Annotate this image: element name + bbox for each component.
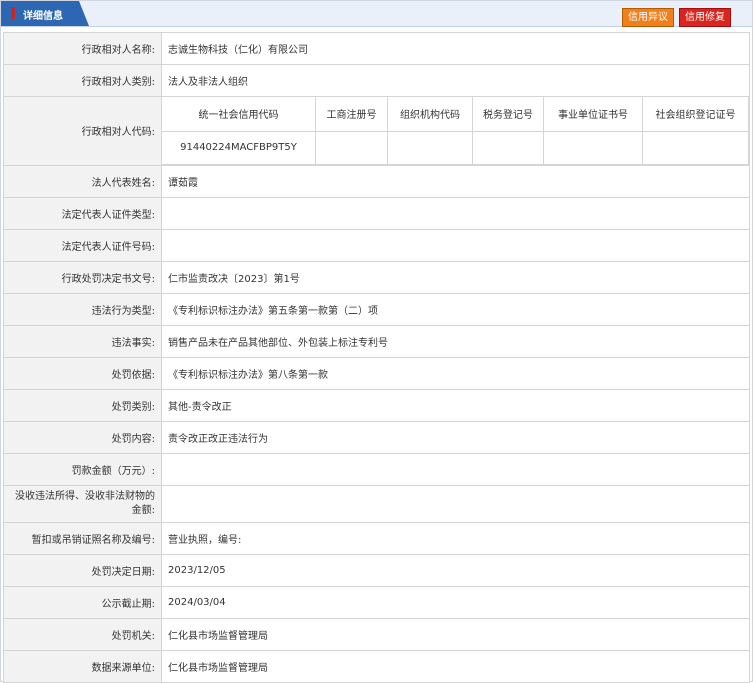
table-row: 公示截止期: 2024/03/04 bbox=[3, 585, 750, 619]
field-label: 罚款金额（万元）: bbox=[3, 452, 162, 486]
code-header: 工商注册号 bbox=[315, 97, 388, 132]
code-value bbox=[642, 130, 749, 165]
field-label: 法定代表人证件号码: bbox=[3, 228, 162, 262]
header-tab: 详细信息 bbox=[1, 1, 89, 26]
field-label: 法定代表人证件类型: bbox=[3, 196, 162, 230]
field-label: 处罚机关: bbox=[3, 617, 162, 651]
field-label: 暂扣或吊销证照名称及编号: bbox=[3, 521, 162, 555]
credit-objection-button[interactable]: 信用异议 bbox=[622, 8, 674, 27]
table-row: 处罚依据: 《专利标识标注办法》第八条第一款 bbox=[3, 356, 750, 390]
field-value: 销售产品未在产品其他部位、外包装上标注专利号 bbox=[161, 324, 750, 358]
code-value bbox=[315, 130, 388, 165]
field-value: 责令改正改正违法行为 bbox=[161, 420, 750, 454]
field-label: 法人代表姓名: bbox=[3, 164, 162, 198]
table-row: 违法行为类型: 《专利标识标注办法》第五条第一款第（二）项 bbox=[3, 292, 750, 326]
code-value: 91440224MACFBP9T5Y bbox=[162, 130, 316, 165]
field-label: 违法行为类型: bbox=[3, 292, 162, 326]
field-label: 处罚依据: bbox=[3, 356, 162, 390]
code-table: 统一社会信用代码 工商注册号 组织机构代码 税务登记号 事业单位证书号 社会组织… bbox=[162, 97, 749, 165]
table-row: 法人代表姓名: 谭茹霞 bbox=[3, 164, 750, 198]
table-row: 暂扣或吊销证照名称及编号: 营业执照，编号: bbox=[3, 521, 750, 555]
field-value: 《专利标识标注办法》第八条第一款 bbox=[161, 356, 750, 390]
code-value-row: 91440224MACFBP9T5Y bbox=[162, 130, 749, 165]
field-label: 处罚内容: bbox=[3, 420, 162, 454]
field-label: 行政相对人名称: bbox=[3, 32, 162, 65]
field-value bbox=[161, 228, 750, 262]
table-row: 法定代表人证件号码: bbox=[3, 228, 750, 262]
field-value: 仁化县市场监督管理局 bbox=[161, 649, 750, 683]
field-label: 没收违法所得、没收非法财物的金额: bbox=[3, 484, 162, 523]
table-row: 没收违法所得、没收非法财物的金额: bbox=[3, 484, 750, 523]
code-header: 社会组织登记证号 bbox=[642, 97, 749, 132]
field-value: 其他-责令改正 bbox=[161, 388, 750, 422]
table-row: 法定代表人证件类型: bbox=[3, 196, 750, 230]
code-header: 组织机构代码 bbox=[387, 97, 473, 132]
field-label: 处罚决定日期: bbox=[3, 553, 162, 587]
table-row: 处罚类别: 其他-责令改正 bbox=[3, 388, 750, 422]
field-value: 《专利标识标注办法》第五条第一款第（二）项 bbox=[161, 292, 750, 326]
field-label: 行政处罚决定书文号: bbox=[3, 260, 162, 294]
field-value: 营业执照，编号: bbox=[161, 521, 750, 555]
code-table-cell: 统一社会信用代码 工商注册号 组织机构代码 税务登记号 事业单位证书号 社会组织… bbox=[161, 96, 750, 166]
panel-header: 详细信息 信用异议 信用修复 bbox=[1, 1, 752, 27]
field-label: 数据来源单位: bbox=[3, 649, 162, 683]
code-header: 税务登记号 bbox=[472, 97, 544, 132]
field-value: 仁市监责改决〔2023〕第1号 bbox=[161, 260, 750, 294]
field-label: 处罚类别: bbox=[3, 388, 162, 422]
code-header-row: 统一社会信用代码 工商注册号 组织机构代码 税务登记号 事业单位证书号 社会组织… bbox=[162, 97, 749, 132]
code-header: 统一社会信用代码 bbox=[162, 97, 316, 132]
detail-table: 行政相对人名称: 志诚生物科技（仁化）有限公司 行政相对人类别: 法人及非法人组… bbox=[3, 32, 750, 683]
field-label: 行政相对人代码: bbox=[3, 96, 162, 166]
panel-title: 详细信息 bbox=[23, 11, 63, 22]
field-value: 谭茹霞 bbox=[161, 164, 750, 198]
field-value: 志诚生物科技（仁化）有限公司 bbox=[161, 32, 750, 65]
code-header: 事业单位证书号 bbox=[543, 97, 643, 132]
field-label: 公示截止期: bbox=[3, 585, 162, 619]
detail-panel: 详细信息 信用异议 信用修复 行政相对人名称: 志诚生物科技（仁化）有限公司 行… bbox=[0, 0, 753, 683]
table-row: 罚款金额（万元）: bbox=[3, 452, 750, 486]
field-value: 2024/03/04 bbox=[161, 585, 750, 619]
field-value: 仁化县市场监督管理局 bbox=[161, 617, 750, 651]
field-label: 违法事实: bbox=[3, 324, 162, 358]
tab-marker bbox=[11, 7, 15, 19]
table-row: 处罚决定日期: 2023/12/05 bbox=[3, 553, 750, 587]
code-value bbox=[543, 130, 643, 165]
table-row: 行政相对人代码: 统一社会信用代码 工商注册号 组织机构代码 税务登记号 事业单… bbox=[3, 96, 750, 166]
table-row: 行政相对人名称: 志诚生物科技（仁化）有限公司 bbox=[3, 32, 750, 65]
field-value: 2023/12/05 bbox=[161, 553, 750, 587]
table-row: 行政相对人类别: 法人及非法人组织 bbox=[3, 64, 750, 97]
field-value bbox=[161, 452, 750, 486]
field-value bbox=[161, 484, 750, 523]
credit-repair-button[interactable]: 信用修复 bbox=[679, 8, 731, 27]
code-value bbox=[387, 130, 473, 165]
table-row: 处罚内容: 责令改正改正违法行为 bbox=[3, 420, 750, 454]
table-row: 违法事实: 销售产品未在产品其他部位、外包装上标注专利号 bbox=[3, 324, 750, 358]
field-label: 行政相对人类别: bbox=[3, 64, 162, 97]
field-value bbox=[161, 196, 750, 230]
table-row: 数据来源单位: 仁化县市场监督管理局 bbox=[3, 649, 750, 683]
table-row: 行政处罚决定书文号: 仁市监责改决〔2023〕第1号 bbox=[3, 260, 750, 294]
table-row: 处罚机关: 仁化县市场监督管理局 bbox=[3, 617, 750, 651]
field-value: 法人及非法人组织 bbox=[161, 64, 750, 97]
code-value bbox=[472, 130, 544, 165]
